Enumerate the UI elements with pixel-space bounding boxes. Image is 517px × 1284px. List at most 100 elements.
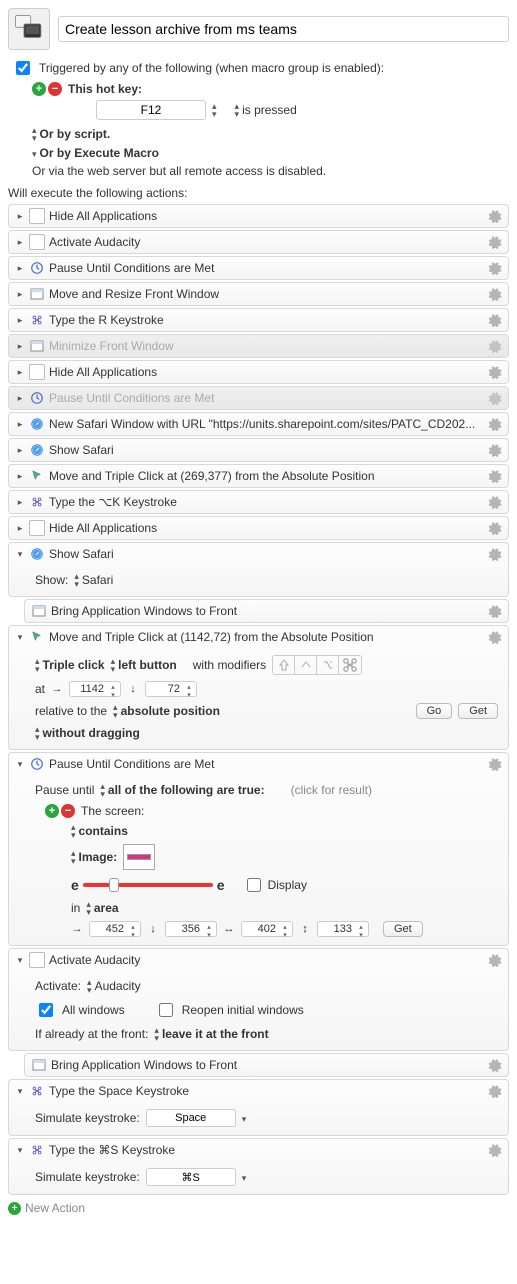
action-row[interactable]: ▸Type the ⌥K Keystroke [8, 490, 509, 514]
modifier-grid[interactable] [272, 655, 362, 675]
remove-condition-button[interactable]: − [61, 804, 75, 818]
all-windows-checkbox[interactable] [39, 1003, 53, 1017]
add-condition-button[interactable]: + [45, 804, 59, 818]
hotkey-state-select[interactable]: ▴▾is pressed [235, 102, 297, 118]
chevron-right-icon[interactable]: ▸ [15, 263, 25, 274]
drag-select[interactable]: ▴▾without dragging [35, 725, 140, 741]
gear-icon[interactable] [486, 260, 502, 276]
gear-icon[interactable] [486, 546, 502, 562]
y-input[interactable]: 72▴▾ [145, 681, 197, 697]
macro-title-input[interactable] [58, 16, 509, 42]
add-trigger-button[interactable]: + [32, 82, 46, 96]
action-bring-windows-front[interactable]: Bring Application Windows to Front [24, 1053, 509, 1077]
chevron-right-icon[interactable]: ▸ [15, 393, 25, 404]
or-script-select[interactable]: ▴▾Or by script. [32, 126, 110, 142]
gear-icon[interactable] [486, 629, 502, 645]
chevron-down-icon[interactable]: ▾ [15, 1145, 25, 1156]
action-row[interactable]: ▸New Safari Window with URL "https://uni… [8, 412, 509, 436]
keystroke-dropdown[interactable] [242, 1111, 247, 1125]
chevron-right-icon[interactable]: ▸ [15, 445, 25, 456]
gear-icon[interactable] [486, 952, 502, 968]
mod-option[interactable] [317, 656, 339, 674]
keystroke-dropdown[interactable] [242, 1170, 247, 1184]
area-w-input[interactable]: 402▴▾ [241, 921, 293, 937]
action-bring-windows-front[interactable]: Bring Application Windows to Front [24, 599, 509, 623]
chevron-right-icon[interactable]: ▸ [15, 289, 25, 300]
image-label-select[interactable]: ▴▾Image: [71, 849, 117, 865]
x-input[interactable]: 1142▴▾ [69, 681, 121, 697]
area-x-input[interactable]: 452▴▾ [89, 921, 141, 937]
hotkey-stepper[interactable]: ▴▾ [212, 102, 217, 118]
gear-icon[interactable] [486, 1142, 502, 1158]
click-result-hint[interactable]: (click for result) [291, 783, 372, 797]
hotkey-input[interactable] [96, 100, 206, 120]
chevron-right-icon[interactable]: ▸ [15, 471, 25, 482]
action-row[interactable]: ▸Type the R Keystroke [8, 308, 509, 332]
action-row[interactable]: ▸Move and Triple Click at (269,377) from… [8, 464, 509, 488]
action-row[interactable]: ▸Activate Audacity [8, 230, 509, 254]
gear-icon[interactable] [486, 468, 502, 484]
action-row[interactable]: ▸Pause Until Conditions are Met [8, 256, 509, 280]
action-row[interactable]: ▸Hide All Applications [8, 360, 509, 384]
relative-select[interactable]: ▴▾absolute position [113, 703, 220, 719]
gear-icon[interactable] [486, 442, 502, 458]
click-button-select[interactable]: ▴▾left button [111, 657, 177, 673]
gear-icon[interactable] [486, 603, 502, 619]
gear-icon[interactable] [486, 338, 502, 354]
new-action-button[interactable]: + New Action [8, 1201, 509, 1215]
area-y-input[interactable]: 356▴▾ [165, 921, 217, 937]
already-front-select[interactable]: ▴▾leave it at the front [154, 1026, 268, 1042]
chevron-down-icon[interactable]: ▾ [15, 759, 25, 770]
chevron-down-icon[interactable]: ▾ [15, 549, 25, 560]
go-button[interactable]: Go [416, 703, 453, 719]
chevron-down-icon[interactable]: ▾ [15, 955, 25, 966]
mod-cmd[interactable] [339, 656, 361, 674]
gear-icon[interactable] [486, 416, 502, 432]
gear-icon[interactable] [486, 494, 502, 510]
chevron-right-icon[interactable]: ▸ [15, 237, 25, 248]
get-area-button[interactable]: Get [383, 921, 423, 937]
chevron-down-icon[interactable]: ▾ [15, 1086, 25, 1097]
simulate-keystroke-input[interactable] [146, 1109, 236, 1127]
gear-icon[interactable] [486, 364, 502, 380]
area-h-input[interactable]: 133▴▾ [317, 921, 369, 937]
simulate-keystroke-input[interactable] [146, 1168, 236, 1186]
action-show-safari[interactable]: ▾Show SafariShow:▴▾Safari [8, 542, 509, 597]
chevron-right-icon[interactable]: ▸ [15, 419, 25, 430]
chevron-down-icon[interactable]: ▾ [15, 632, 25, 643]
trigger-enabled-checkbox[interactable] [16, 61, 30, 75]
gear-icon[interactable] [486, 286, 502, 302]
action-row[interactable]: ▸Pause Until Conditions are Met [8, 386, 509, 410]
action-type-cmds[interactable]: ▾Type the ⌘S KeystrokeSimulate keystroke… [8, 1138, 509, 1195]
chevron-right-icon[interactable]: ▸ [15, 367, 25, 378]
click-mode-select[interactable]: ▴▾Triple click [35, 657, 105, 673]
mod-ctrl[interactable] [295, 656, 317, 674]
action-row[interactable]: ▸Show Safari [8, 438, 509, 462]
chevron-right-icon[interactable]: ▸ [15, 211, 25, 222]
chevron-right-icon[interactable]: ▸ [15, 523, 25, 534]
gear-icon[interactable] [486, 208, 502, 224]
reopen-checkbox[interactable] [159, 1003, 173, 1017]
action-row[interactable]: ▸Hide All Applications [8, 516, 509, 540]
action-pause-conditions[interactable]: ▾Pause Until Conditions are MetPause unt… [8, 752, 509, 946]
fuzziness-slider[interactable] [83, 883, 213, 887]
action-type-space[interactable]: ▾Type the Space KeystrokeSimulate keystr… [8, 1079, 509, 1136]
action-activate-audacity[interactable]: ▾Activate AudacityActivate:▴▾AudacityAll… [8, 948, 509, 1051]
action-triple-click[interactable]: ▾Move and Triple Click at (1142,72) from… [8, 625, 509, 750]
gear-icon[interactable] [486, 312, 502, 328]
chevron-right-icon[interactable]: ▸ [15, 315, 25, 326]
chevron-right-icon[interactable]: ▸ [15, 497, 25, 508]
gear-icon[interactable] [486, 1057, 502, 1073]
mod-shift[interactable] [273, 656, 295, 674]
area-select[interactable]: ▴▾area [86, 900, 118, 916]
show-app-select[interactable]: ▴▾Safari [74, 572, 113, 588]
gear-icon[interactable] [486, 1083, 502, 1099]
contains-select[interactable]: ▴▾contains [71, 823, 128, 839]
chevron-right-icon[interactable]: ▸ [15, 341, 25, 352]
or-execute-select[interactable]: Or by Execute Macro [32, 146, 159, 160]
action-row[interactable]: ▸Minimize Front Window [8, 334, 509, 358]
all-true-select[interactable]: ▴▾all of the following are true: [100, 782, 264, 798]
get-button[interactable]: Get [458, 703, 498, 719]
gear-icon[interactable] [486, 234, 502, 250]
display-checkbox[interactable] [247, 878, 261, 892]
